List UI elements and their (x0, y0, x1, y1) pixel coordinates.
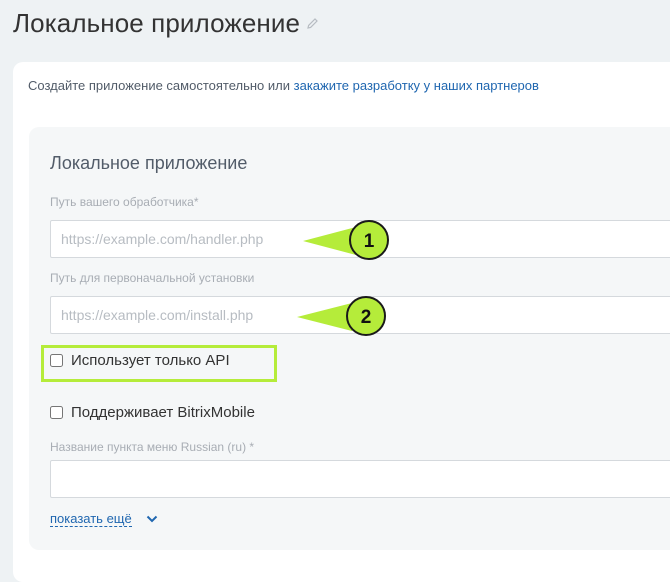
callout-1-number: 1 (364, 231, 375, 252)
callout-2: 2 (297, 296, 386, 336)
callout-2-arrow (297, 303, 352, 331)
callout-2-number: 2 (361, 307, 372, 328)
callout-1-arrow (303, 227, 356, 255)
annotation-callouts: 1 2 (297, 220, 389, 336)
callout-1: 1 (303, 220, 389, 260)
